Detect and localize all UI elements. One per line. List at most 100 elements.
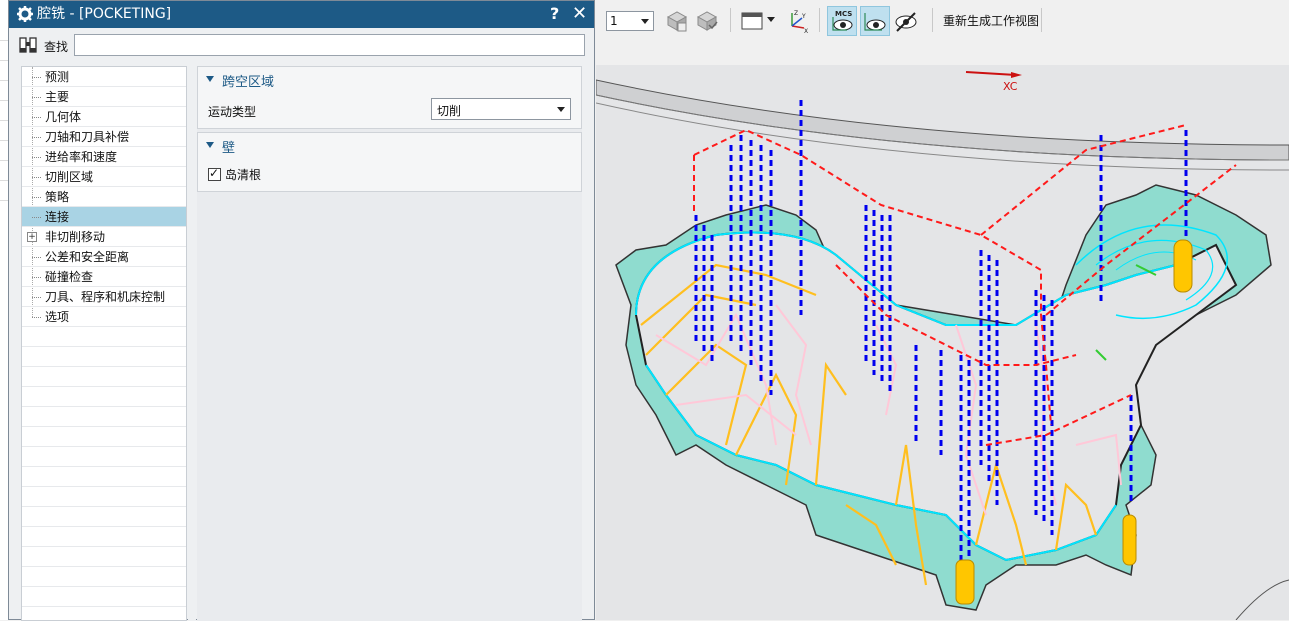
tree-connector: [32, 317, 41, 318]
tree-empty-row: [22, 347, 186, 367]
tree-connector: [32, 277, 41, 278]
tree-item-label: 连接: [45, 210, 70, 224]
find-label: 查找: [44, 40, 69, 54]
help-button[interactable]: ?: [550, 4, 559, 24]
tree-empty-row: [22, 567, 186, 587]
tree-item[interactable]: 刀轴和刀具补偿: [22, 127, 186, 147]
tree-empty-row: [22, 407, 186, 427]
pocket-milling-dialog: 腔铣 - [POCKETING] ? ✕ 查找 预测主要几何体刀轴和刀具补偿 进给…: [8, 0, 595, 621]
motion-type-select[interactable]: 切削: [431, 98, 571, 120]
tree-item[interactable]: 碰撞检查: [22, 267, 186, 287]
tree-connector: [32, 217, 41, 218]
layer-select-value: 1: [610, 14, 618, 28]
tree-item-label: 几何体: [45, 110, 82, 124]
chevron-down-icon: [557, 107, 565, 112]
tree-connector: [32, 257, 41, 258]
find-row: 查找: [9, 28, 594, 62]
toolbar-separator: [730, 8, 731, 32]
motion-type-label: 运动类型: [208, 105, 257, 119]
tree-empty-row: [22, 447, 186, 467]
wcs-axis-icon[interactable]: Z Y X: [784, 8, 810, 34]
tree-item-label: 刀具、程序和机床控制: [45, 290, 166, 304]
layer-select[interactable]: 1: [606, 11, 654, 31]
tree-connector: [32, 297, 41, 298]
tree-item[interactable]: 主要: [22, 87, 186, 107]
panel-splitter[interactable]: [188, 66, 196, 621]
xc-axis-label: XC: [1003, 80, 1018, 93]
island-cleanup-checkbox[interactable]: ✓: [208, 166, 221, 181]
tree-item-label: 切削区域: [45, 170, 94, 184]
tree-connector: [32, 177, 41, 178]
tree-item[interactable]: 公差和安全距离: [22, 247, 186, 267]
tree-item-label: 碰撞检查: [45, 270, 94, 284]
tree-connector: [32, 97, 41, 98]
tree-item[interactable]: 进给率和速度: [22, 147, 186, 167]
hide-eye-icon[interactable]: [893, 8, 919, 34]
toolbar-separator: [932, 8, 933, 32]
tree-item[interactable]: + 非切削移动: [22, 227, 186, 247]
tree-connector: [32, 197, 41, 198]
tree-connector: [32, 77, 41, 78]
mcs-label: MCS: [835, 10, 852, 18]
regenerate-work-view-button[interactable]: 重新生成工作视图: [943, 12, 1039, 29]
tree-item[interactable]: 选项: [22, 307, 186, 327]
tree-item[interactable]: 切削区域: [22, 167, 186, 187]
transfer-section-header[interactable]: 跨空区域: [198, 67, 581, 91]
tree-empty-row: [22, 327, 186, 347]
tree-item-label: 非切削移动: [45, 230, 106, 244]
tree-empty-row: [22, 527, 186, 547]
dialog-titlebar[interactable]: 腔铣 - [POCKETING] ? ✕: [9, 1, 594, 28]
tree-empty-row: [22, 387, 186, 407]
tree-empty-row: [22, 507, 186, 527]
layer-settings-icon[interactable]: [694, 8, 720, 34]
transfer-section: 跨空区域 运动类型 切削: [197, 66, 582, 129]
layer-shaded-icon[interactable]: [664, 8, 690, 34]
wall-section: 壁 ✓ 岛清根: [197, 132, 582, 192]
toolpath-graphics: XC: [596, 71, 1289, 620]
binoculars-icon: [19, 37, 37, 53]
tree-item-label: 策略: [45, 190, 70, 204]
graphics-window-header: [596, 38, 1289, 65]
find-input[interactable]: [74, 34, 585, 56]
chevron-down-icon[interactable]: [767, 17, 775, 23]
show-mcs-button[interactable]: MCS: [827, 6, 857, 36]
tree-item[interactable]: 几何体: [22, 107, 186, 127]
tree-empty-row: [22, 587, 186, 607]
tree-empty-row: [22, 427, 186, 447]
toolbar-separator: [819, 8, 820, 32]
graphics-viewport[interactable]: XC: [596, 65, 1289, 620]
tree-empty-row: [22, 487, 186, 507]
close-button[interactable]: ✕: [572, 3, 587, 25]
wall-section-header[interactable]: 壁: [198, 133, 581, 157]
chevron-down-icon: [641, 19, 649, 24]
checkmark-icon: ✓: [209, 166, 220, 180]
path-eye-icon: [864, 13, 886, 31]
main-toolbar: 1 ZY X MCS 重新生成工作视图: [596, 0, 1289, 39]
tree-item[interactable]: 连接: [22, 207, 186, 227]
tree-item-label: 选项: [45, 310, 70, 324]
operation-tree: 预测主要几何体刀轴和刀具补偿 进给率和速度 切削区域策略连接 + 非切削移动公差和安全距…: [21, 66, 187, 621]
tree-connector: [32, 157, 41, 158]
dialog-title: 腔铣 - [POCKETING]: [37, 6, 172, 22]
expand-icon[interactable]: +: [27, 232, 37, 242]
tree-item-label: 刀轴和刀具补偿: [45, 130, 130, 144]
tree-empty-row: [22, 607, 186, 620]
tree-item-label: 主要: [45, 90, 70, 104]
toolbar-separator: [1041, 8, 1042, 32]
mcs-eye-icon: MCS: [832, 10, 853, 31]
tree-item[interactable]: 策略: [22, 187, 186, 207]
show-path-button[interactable]: [860, 6, 890, 36]
background-view-icon[interactable]: [739, 8, 765, 34]
tree-empty-row: [22, 547, 186, 567]
island-cleanup-label: 岛清根: [225, 168, 262, 182]
tree-connector: [32, 117, 41, 118]
tree-item[interactable]: 预测: [22, 67, 186, 87]
tree-item[interactable]: 刀具、程序和机床控制: [22, 287, 186, 307]
collapse-triangle-icon: [206, 76, 214, 82]
tree-item-label: 进给率和速度: [45, 150, 118, 164]
tree-empty-row: [22, 467, 186, 487]
tree-item-label: 预测: [45, 70, 70, 84]
svg-text:Y: Y: [801, 13, 806, 20]
svg-text:X: X: [804, 28, 808, 34]
svg-text:Z: Z: [794, 10, 798, 17]
